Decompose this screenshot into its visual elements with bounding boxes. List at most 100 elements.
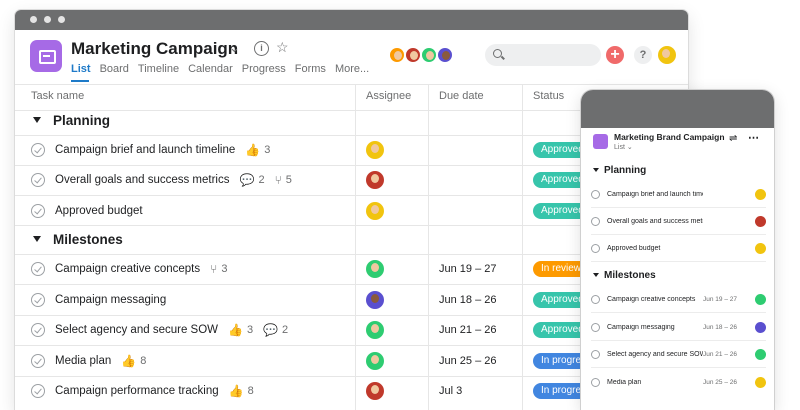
assignee-avatar	[755, 242, 766, 254]
list-item[interactable]: Media plan Jun 25 – 26	[591, 375, 766, 389]
list-item[interactable]: Campaign messaging Jun 18 – 26	[591, 320, 766, 334]
info-icon[interactable]: i	[254, 41, 269, 56]
complete-check-icon[interactable]	[31, 323, 45, 337]
due-date[interactable]: Jun 25 – 26	[439, 355, 497, 367]
task-name: Media plan	[607, 378, 642, 386]
list-item[interactable]: Overall goals and success metrics	[591, 214, 766, 228]
task-name[interactable]: Media plan	[55, 355, 111, 367]
task-name[interactable]: Campaign creative concepts	[55, 263, 200, 275]
complete-check-icon[interactable]	[591, 377, 600, 387]
add-button[interactable]: +	[606, 46, 624, 64]
due-date[interactable]: Jun 18 – 26	[439, 294, 497, 306]
thumbs-up-icon[interactable]: 👍	[229, 384, 244, 398]
list-item[interactable]: Select agency and secure SOW Jun 21 – 26	[591, 347, 766, 361]
search-input[interactable]	[485, 44, 601, 66]
complete-check-icon[interactable]	[31, 143, 45, 157]
tab-more[interactable]: More...	[335, 63, 369, 75]
complete-check-icon[interactable]	[31, 262, 45, 276]
complete-check-icon[interactable]	[591, 243, 600, 253]
mobile-view-switcher[interactable]: List ⌄	[614, 143, 633, 151]
task-name[interactable]: Select agency and secure SOW	[55, 324, 218, 336]
subtask-icon[interactable]: ⑂	[275, 173, 282, 187]
task-name[interactable]: Campaign messaging	[55, 294, 166, 306]
table-row[interactable]: Select agency and secure SOW 👍 3 💬 2	[31, 319, 288, 341]
tab-forms[interactable]: Forms	[295, 63, 326, 75]
subtask-icon[interactable]: ⑂	[210, 262, 217, 276]
column-header-status[interactable]: Status	[533, 90, 564, 102]
settings-sliders-icon[interactable]: ⇌	[729, 133, 737, 144]
column-header-task[interactable]: Task name	[31, 90, 84, 102]
list-item[interactable]: Approved budget	[591, 241, 766, 255]
complete-check-icon[interactable]	[31, 204, 45, 218]
table-row[interactable]: Overall goals and success metrics 💬 2 ⑂ 5	[31, 169, 292, 191]
collapse-triangle-icon[interactable]	[33, 236, 41, 242]
collapse-triangle-icon[interactable]	[33, 117, 41, 123]
more-options-icon[interactable]: ⋯	[748, 131, 759, 144]
project-icon	[593, 134, 608, 149]
window-control-dot[interactable]	[58, 16, 65, 23]
due-date[interactable]: Jun 19 – 27	[439, 263, 497, 275]
window-control-dot[interactable]	[44, 16, 51, 23]
view-tabs: List Board Timeline Calendar Progress Fo…	[71, 63, 369, 75]
task-name[interactable]: Campaign performance tracking	[55, 385, 219, 397]
assignee-avatar[interactable]	[366, 202, 384, 220]
assignee-avatar[interactable]	[366, 352, 384, 370]
user-avatar[interactable]	[658, 46, 676, 64]
table-row[interactable]: Campaign creative concepts ⑂ 3	[31, 258, 227, 280]
mobile-section-planning[interactable]: Planning	[593, 165, 646, 176]
list-item[interactable]: Campaign creative concepts Jun 19 – 27	[591, 292, 766, 306]
chevron-down-icon[interactable]: ⌄	[229, 40, 240, 56]
comment-icon[interactable]: 💬	[263, 323, 278, 337]
task-name[interactable]: Campaign brief and launch timeline	[55, 144, 235, 156]
column-header-assignee[interactable]: Assignee	[366, 90, 411, 102]
assignee-avatar[interactable]	[366, 321, 384, 339]
table-row[interactable]: Approved budget	[31, 200, 143, 222]
complete-check-icon[interactable]	[31, 354, 45, 368]
complete-check-icon[interactable]	[591, 189, 600, 199]
complete-check-icon[interactable]	[591, 216, 600, 226]
task-name: Overall goals and success metrics	[607, 217, 703, 225]
complete-check-icon[interactable]	[591, 322, 600, 332]
chevron-down-icon: ⌄	[626, 144, 633, 151]
assignee-avatar[interactable]	[366, 171, 384, 189]
task-name[interactable]: Approved budget	[55, 205, 143, 217]
complete-check-icon[interactable]	[591, 294, 600, 304]
complete-check-icon[interactable]	[31, 173, 45, 187]
task-name[interactable]: Overall goals and success metrics	[55, 174, 229, 186]
table-row[interactable]: Media plan 👍 8	[31, 350, 146, 372]
section-header-milestones[interactable]: Milestones	[33, 232, 123, 247]
list-item[interactable]: Campaign brief and launch timeline	[591, 187, 766, 201]
avatar[interactable]	[436, 46, 454, 64]
star-icon[interactable]: ☆	[276, 39, 289, 56]
complete-check-icon[interactable]	[31, 293, 45, 307]
assignee-avatar[interactable]	[366, 260, 384, 278]
thumbs-up-icon[interactable]: 👍	[245, 143, 260, 157]
table-row[interactable]: Campaign performance tracking 👍 8	[31, 380, 254, 402]
due-date[interactable]: Jun 21 – 26	[439, 324, 497, 336]
assignee-avatar[interactable]	[366, 382, 384, 400]
assignee-avatar[interactable]	[366, 291, 384, 309]
comment-icon[interactable]: 💬	[239, 173, 254, 187]
help-button[interactable]: ?	[634, 46, 652, 64]
tab-list[interactable]: List	[71, 63, 91, 75]
like-count: 8	[247, 385, 254, 397]
tab-calendar[interactable]: Calendar	[188, 63, 233, 75]
table-row[interactable]: Campaign messaging	[31, 289, 166, 311]
subtask-count: 3	[221, 263, 228, 275]
complete-check-icon[interactable]	[31, 384, 45, 398]
window-control-dot[interactable]	[30, 16, 37, 23]
tab-timeline[interactable]: Timeline	[138, 63, 179, 75]
column-header-due[interactable]: Due date	[439, 90, 484, 102]
table-row[interactable]: Campaign brief and launch timeline 👍 3	[31, 139, 270, 161]
like-count: 8	[140, 355, 147, 367]
tab-board[interactable]: Board	[100, 63, 129, 75]
thumbs-up-icon[interactable]: 👍	[228, 323, 243, 337]
thumbs-up-icon[interactable]: 👍	[121, 354, 136, 368]
complete-check-icon[interactable]	[591, 349, 600, 359]
mobile-section-milestones[interactable]: Milestones	[593, 270, 656, 281]
window-titlebar	[15, 10, 688, 30]
section-header-planning[interactable]: Planning	[33, 113, 110, 128]
assignee-avatar[interactable]	[366, 141, 384, 159]
due-date[interactable]: Jul 3	[439, 385, 462, 397]
tab-progress[interactable]: Progress	[242, 63, 286, 75]
